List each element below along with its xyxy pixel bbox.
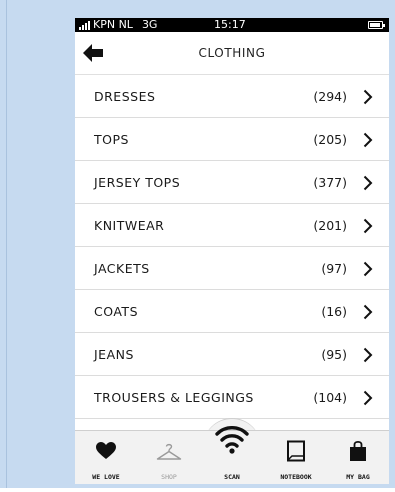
category-label: KNITWEAR: [94, 218, 165, 233]
hanger-icon: [156, 443, 182, 460]
tab-label: SCAN: [224, 473, 240, 481]
category-row[interactable]: JERSEY TOPS (377): [75, 161, 389, 204]
category-label: TOPS: [94, 132, 129, 147]
bottom-tab-bar: WE LOVE SHOP SCAN NOTEBOOK MY BAG: [75, 426, 389, 484]
status-bar: KPN NL 3G 15:17: [75, 18, 389, 32]
battery-icon: [368, 21, 385, 29]
category-count: (16): [321, 304, 347, 319]
tab-label: SHOP: [161, 473, 177, 481]
category-label: TROUSERS & LEGGINGS: [94, 390, 254, 405]
signal-strength-icon: [79, 20, 90, 30]
category-label: JACKETS: [94, 261, 150, 276]
tab-scan[interactable]: SCAN: [201, 426, 263, 484]
notebook-icon: [287, 440, 305, 462]
chevron-right-icon: [363, 304, 373, 320]
carrier-name: KPN NL: [93, 18, 133, 31]
tab-label: WE LOVE: [92, 473, 120, 481]
category-row[interactable]: KNITWEAR (201): [75, 204, 389, 247]
category-count: (205): [313, 132, 347, 147]
frame-bottom-edge: [0, 488, 395, 492]
category-row[interactable]: TOPS (205): [75, 118, 389, 161]
wifi-scan-icon: [215, 426, 249, 454]
bag-icon: [350, 440, 366, 461]
tab-notebook[interactable]: NOTEBOOK: [265, 431, 327, 484]
tab-shop[interactable]: SHOP: [138, 431, 200, 484]
chevron-right-icon: [363, 175, 373, 191]
chevron-right-icon: [363, 218, 373, 234]
status-time: 15:17: [214, 18, 246, 31]
chevron-right-icon: [363, 261, 373, 277]
tab-we-love[interactable]: WE LOVE: [75, 431, 137, 484]
chevron-right-icon: [363, 132, 373, 148]
category-row[interactable]: COATS (16): [75, 290, 389, 333]
category-count: (377): [313, 175, 347, 190]
heart-icon: [96, 442, 116, 459]
category-row[interactable]: TROUSERS & LEGGINGS (104): [75, 376, 389, 419]
category-label: COATS: [94, 304, 138, 319]
tab-label: NOTEBOOK: [280, 473, 312, 481]
category-row[interactable]: DRESSES (294): [75, 75, 389, 118]
category-row[interactable]: JEANS (95): [75, 333, 389, 376]
page-title: CLOTHING: [198, 46, 266, 60]
category-label: JERSEY TOPS: [94, 175, 181, 190]
network-type: 3G: [141, 18, 158, 31]
carrier-info: KPN NL 3G: [79, 18, 157, 32]
category-list: DRESSES (294) TOPS (205) JERSEY TOPS (37…: [75, 75, 389, 419]
chevron-right-icon: [363, 347, 373, 363]
frame-divider: [6, 0, 7, 492]
category-count: (104): [313, 390, 347, 405]
category-count: (97): [321, 261, 347, 276]
back-arrow-icon[interactable]: [83, 44, 103, 62]
category-label: DRESSES: [94, 89, 156, 104]
navigation-bar: CLOTHING: [75, 32, 389, 75]
category-count: (294): [313, 89, 347, 104]
chevron-right-icon: [363, 89, 373, 105]
tab-my-bag[interactable]: MY BAG: [327, 431, 389, 484]
category-count: (201): [313, 218, 347, 233]
chevron-right-icon: [363, 390, 373, 406]
phone-screen: KPN NL 3G 15:17 CLOTHING DRESSES (294) T…: [75, 18, 389, 484]
category-label: JEANS: [94, 347, 134, 362]
tab-label: MY BAG: [346, 473, 370, 481]
category-row[interactable]: JACKETS (97): [75, 247, 389, 290]
category-count: (95): [321, 347, 347, 362]
